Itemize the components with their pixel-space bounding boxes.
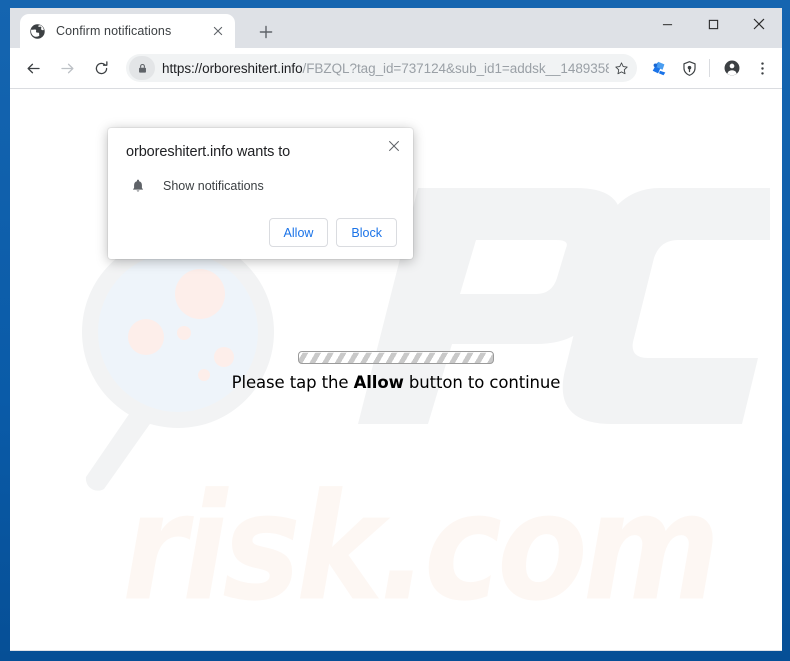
forward-arrow-icon: [52, 53, 82, 83]
star-icon[interactable]: [609, 56, 633, 80]
window-controls: [644, 8, 782, 48]
block-button[interactable]: Block: [336, 218, 397, 247]
new-tab-button[interactable]: [253, 19, 279, 45]
globe-icon: [29, 23, 46, 40]
instruction-prefix: Please tap the: [231, 373, 354, 392]
tab-close-icon[interactable]: [209, 23, 226, 40]
page-viewport: risk.com Please tap the Allow button to …: [10, 89, 782, 650]
minimize-button[interactable]: [644, 8, 690, 40]
dialog-close-icon[interactable]: [384, 136, 404, 156]
browser-window-frame: Confirm notifications https://orboreshit…: [0, 0, 790, 661]
back-arrow-icon[interactable]: [18, 53, 48, 83]
instruction-emphasis: Allow: [353, 373, 404, 392]
three-dot-menu-icon[interactable]: [748, 54, 776, 82]
bell-icon: [128, 176, 148, 196]
address-bar[interactable]: https://orboreshitert.info/FBZQL?tag_id=…: [126, 54, 637, 82]
tab-strip: Confirm notifications: [10, 8, 782, 48]
browser-toolbar: https://orboreshitert.info/FBZQL?tag_id=…: [10, 48, 782, 89]
allow-button[interactable]: Allow: [268, 218, 329, 247]
lock-icon[interactable]: [129, 56, 155, 80]
url-path: /FBZQL?tag_id=737124&sub_id1=addsk__1489…: [302, 60, 609, 76]
instruction-text: Please tap the Allow button to continue: [232, 373, 561, 392]
profile-avatar-icon[interactable]: [718, 54, 746, 82]
url-text: https://orboreshitert.info/FBZQL?tag_id=…: [155, 61, 609, 76]
close-button[interactable]: [736, 8, 782, 40]
url-scheme-host: https://: [162, 60, 203, 76]
maximize-button[interactable]: [690, 8, 736, 40]
shield-icon[interactable]: [675, 54, 703, 82]
browser-window: Confirm notifications https://orboreshit…: [10, 8, 782, 651]
reload-icon[interactable]: [86, 53, 116, 83]
tab-title: Confirm notifications: [56, 24, 172, 38]
toolbar-divider: [709, 59, 710, 77]
notification-permission-dialog: orboreshitert.info wants to Show notific…: [108, 128, 413, 259]
url-host: orboreshitert.info: [202, 60, 303, 76]
dialog-permission-row: Show notifications: [126, 176, 397, 196]
dialog-title: orboreshitert.info wants to: [126, 144, 291, 160]
instruction-suffix: button to continue: [403, 373, 561, 392]
browser-tab[interactable]: Confirm notifications: [20, 14, 235, 48]
dialog-actions: Allow Block: [126, 218, 397, 247]
dialog-permission-label: Show notifications: [163, 179, 264, 193]
extension-icon[interactable]: [645, 54, 673, 82]
loading-progress-bar: [298, 351, 494, 364]
